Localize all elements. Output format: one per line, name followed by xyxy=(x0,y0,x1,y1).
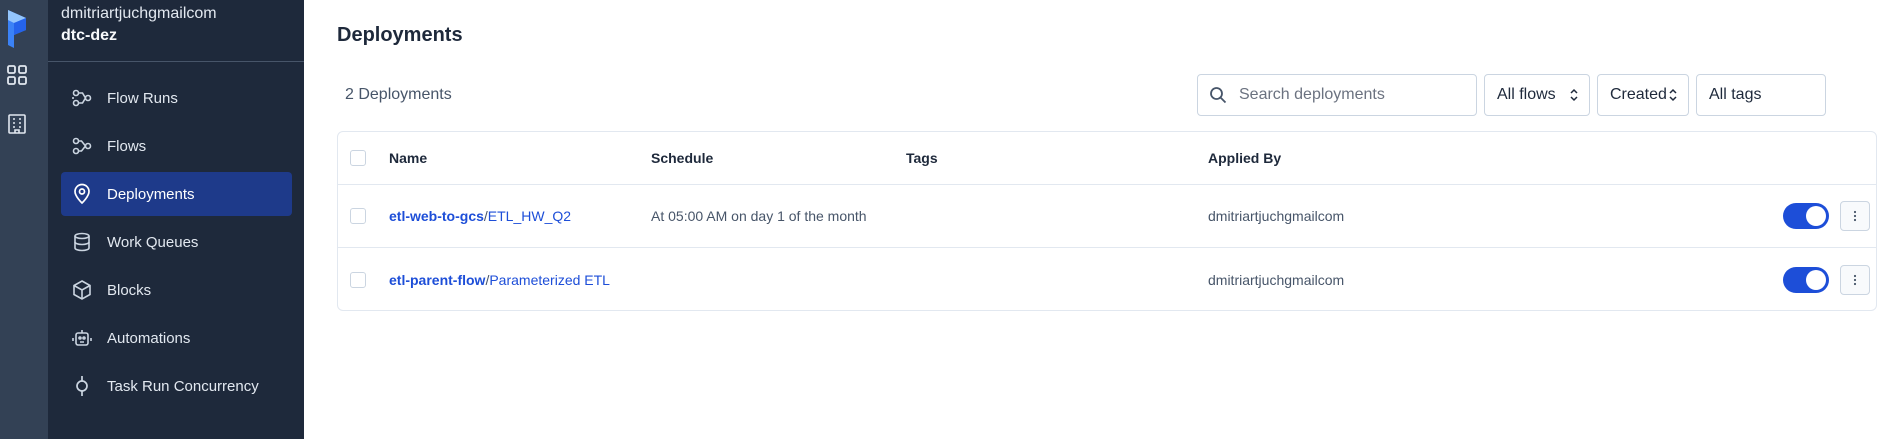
flows-filter-select[interactable]: All flows xyxy=(1484,74,1590,116)
sidebar-item-work-queues[interactable]: Work Queues xyxy=(61,220,292,264)
page-title: Deployments xyxy=(337,24,463,46)
account-name: dmitriartjuchgmailcom xyxy=(61,5,217,22)
concurrency-icon xyxy=(76,376,88,396)
schedule-toggle[interactable] xyxy=(1783,266,1829,293)
flows-icon xyxy=(72,137,92,155)
flow-link[interactable]: etl-parent-flow xyxy=(389,272,485,288)
row-checkbox[interactable] xyxy=(350,271,366,288)
sidebar-item-label: Automations xyxy=(107,329,191,347)
table-row: etl-web-to-gcs/ETL_HW_Q2 At 05:00 AM on … xyxy=(338,185,1876,248)
tags-filter-placeholder: All tags xyxy=(1709,86,1762,103)
sidebar-item-label: Task Run Concurrency xyxy=(107,377,259,395)
schedule-cell: At 05:00 AM on day 1 of the month xyxy=(651,208,867,224)
workspace-switcher[interactable]: dmitriartjuchgmailcom dtc-dez xyxy=(48,0,304,62)
sidebar-item-label: Flows xyxy=(107,137,147,155)
search-input[interactable] xyxy=(1239,86,1469,104)
sidebar-item-automations[interactable]: Automations xyxy=(61,316,292,360)
sort-select[interactable]: Created xyxy=(1597,74,1689,116)
row-menu-button[interactable] xyxy=(1840,264,1870,295)
sidebar-item-label: Work Queues xyxy=(107,233,199,251)
deployment-name-cell: etl-web-to-gcs/ETL_HW_Q2 xyxy=(389,208,571,224)
row-checkbox[interactable] xyxy=(350,208,366,224)
search-box[interactable] xyxy=(1197,74,1477,116)
applied-by-cell: dmitriartjuchgmailcom xyxy=(1208,271,1345,288)
sidebar-item-task-run-concurrency[interactable]: Task Run Concurrency xyxy=(61,364,292,408)
flows-filter-value: All flows xyxy=(1497,86,1556,103)
workspace-name: dtc-dez xyxy=(61,27,117,44)
sort-value: Created xyxy=(1610,86,1667,103)
schedule-toggle[interactable] xyxy=(1783,203,1829,229)
sidebar-item-deployments[interactable]: Deployments xyxy=(61,172,292,216)
sidebar-item-label: Deployments xyxy=(107,185,195,203)
more-vertical-icon xyxy=(1853,274,1857,285)
sort-caret-icon xyxy=(1669,88,1677,102)
deployment-count: 2 Deployments xyxy=(345,86,452,103)
flow-link[interactable]: etl-web-to-gcs xyxy=(389,208,484,224)
column-header-name[interactable]: Name xyxy=(389,150,427,166)
toggle-knob xyxy=(1806,269,1826,290)
sidebar-item-label: Blocks xyxy=(107,281,152,299)
main-content: Deployments 2 Deployments All flows Crea… xyxy=(304,0,1895,439)
deployment-link[interactable]: Parameterized ETL xyxy=(489,272,610,288)
search-icon xyxy=(1210,87,1227,104)
applied-by-cell: dmitriartjuchgmailcom xyxy=(1208,208,1345,224)
flow-runs-icon xyxy=(72,89,92,107)
sidebar: dmitriartjuchgmailcom dtc-dez Flow Runs … xyxy=(48,0,304,439)
robot-icon xyxy=(72,330,92,346)
sidebar-item-flow-runs[interactable]: Flow Runs xyxy=(61,76,292,120)
deployments-icon xyxy=(74,183,90,205)
dashboard-grid-icon[interactable] xyxy=(6,64,28,86)
sidebar-item-label: Flow Runs xyxy=(107,89,178,107)
database-icon xyxy=(74,232,90,252)
column-header-schedule: Schedule xyxy=(651,150,714,166)
column-header-tags: Tags xyxy=(906,150,938,166)
table-row: etl-parent-flow/Parameterized ETL dmitri… xyxy=(338,248,1876,311)
more-vertical-icon xyxy=(1853,210,1857,222)
select-all-checkbox[interactable] xyxy=(350,150,366,166)
deployment-link[interactable]: ETL_HW_Q2 xyxy=(488,208,571,224)
icon-rail xyxy=(0,0,48,439)
cube-icon xyxy=(73,280,91,300)
deployments-table: Name Schedule Tags Applied By etl-web-to… xyxy=(337,131,1877,311)
deployment-name-cell: etl-parent-flow/Parameterized ETL xyxy=(389,272,610,288)
column-header-applied-by: Applied By xyxy=(1208,150,1282,166)
prefect-logo-icon[interactable] xyxy=(4,8,30,50)
toggle-knob xyxy=(1806,206,1826,226)
sidebar-nav: Flow Runs Flows Deployments Work Queues xyxy=(48,62,304,408)
row-menu-button[interactable] xyxy=(1840,201,1870,231)
sidebar-item-blocks[interactable]: Blocks xyxy=(61,268,292,312)
tags-filter-input[interactable]: All tags xyxy=(1696,74,1826,116)
sort-caret-icon xyxy=(1570,88,1578,102)
building-icon[interactable] xyxy=(6,113,28,135)
table-header: Name Schedule Tags Applied By xyxy=(338,132,1876,185)
sidebar-item-flows[interactable]: Flows xyxy=(61,124,292,168)
